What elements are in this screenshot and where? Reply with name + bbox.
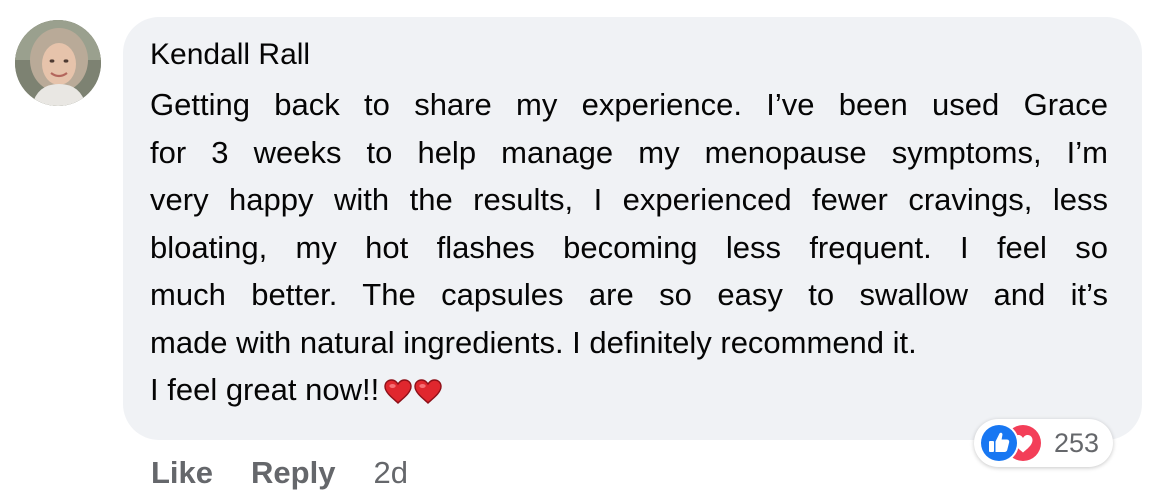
heart-emoji-pair — [383, 370, 443, 418]
like-reaction-icon — [979, 423, 1019, 463]
comment-author[interactable]: Kendall Rall — [150, 36, 310, 74]
comment-line: made with natural ingredients. I definit… — [150, 324, 917, 360]
like-button[interactable]: Like — [151, 455, 213, 491]
comment-line: bloating, my hot flashes becoming less f… — [150, 229, 1108, 265]
heart-icon — [414, 379, 442, 404]
reply-button[interactable]: Reply — [251, 455, 335, 491]
avatar[interactable] — [15, 20, 101, 106]
comment-bubble: Kendall Rall Getting back to share my ex… — [123, 17, 1142, 440]
reaction-icons — [978, 422, 1044, 464]
reactions-summary[interactable]: 253 — [974, 419, 1114, 467]
reaction-count: 253 — [1054, 427, 1100, 458]
comment-line: Getting back to share my experience. I’v… — [150, 87, 1108, 122]
comment-last-line: I feel great now!! — [150, 366, 1108, 418]
comment-timestamp[interactable]: 2d — [373, 455, 407, 491]
comment-line: I feel great now!! — [150, 372, 380, 407]
comment-actions: Like Reply 2d — [151, 450, 408, 495]
comment-text: Getting back to share my experience. I’v… — [150, 81, 1108, 418]
comment-line: very happy with the results, I experienc… — [150, 182, 1108, 217]
comment-line: for 3 weeks to help manage my menopause … — [150, 134, 1108, 170]
comment-line: much better. The capsules are so easy to… — [150, 277, 1108, 312]
heart-icon — [384, 379, 412, 404]
